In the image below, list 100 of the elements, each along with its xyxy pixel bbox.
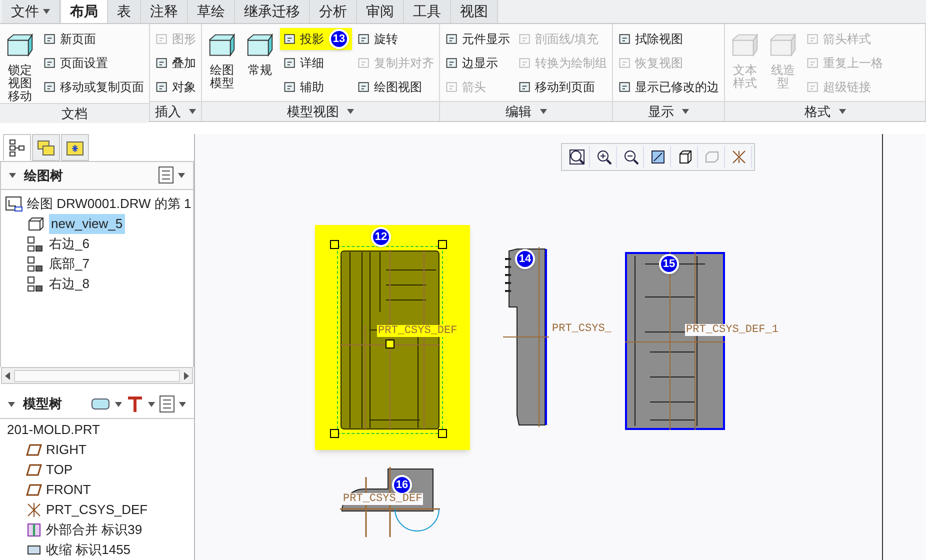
datum-plane-icon bbox=[26, 464, 42, 476]
part-icon[interactable] bbox=[91, 397, 111, 412]
tool-icon bbox=[155, 32, 169, 46]
ribbon-button[interactable]: 新页面 bbox=[40, 28, 147, 50]
ribbon-tab[interactable]: 审阅 bbox=[357, 0, 404, 23]
group-label[interactable]: 编辑 bbox=[440, 101, 612, 121]
resize-handle[interactable] bbox=[330, 240, 339, 249]
ribbon-tab[interactable]: 表 bbox=[108, 0, 141, 23]
tree-item[interactable]: 右边_6 bbox=[47, 234, 92, 254]
ribbon-button[interactable]: 叠加 bbox=[152, 52, 199, 74]
resize-handle[interactable] bbox=[438, 429, 447, 438]
tree-item[interactable]: PRT_CSYS_DEF bbox=[46, 500, 148, 520]
caret-icon bbox=[43, 9, 50, 14]
ribbon-tab[interactable]: 工具 bbox=[404, 0, 451, 23]
folders-icon bbox=[37, 140, 55, 156]
collapse-caret-icon bbox=[8, 402, 15, 407]
ribbon-tab[interactable]: 分析 bbox=[310, 0, 357, 23]
tree-item[interactable]: FRONT bbox=[46, 480, 91, 500]
zoom-fit-icon bbox=[568, 149, 584, 165]
group-label[interactable]: 格式 bbox=[725, 101, 925, 121]
caret-icon bbox=[189, 109, 196, 114]
tool-icon bbox=[283, 80, 297, 94]
csys-label: PRT_CSYS_DEF bbox=[377, 325, 458, 337]
collapse-caret-icon bbox=[9, 172, 16, 178]
tree-item[interactable]: 底部_7 bbox=[47, 254, 92, 274]
large-ribbon-button[interactable]: 锁定视图移动 bbox=[2, 28, 38, 103]
tree-item[interactable]: 外部合并 标识39 bbox=[46, 520, 142, 540]
large-ribbon-button[interactable]: 绘图模型 bbox=[204, 28, 240, 90]
ribbon-button[interactable]: 边显示 bbox=[442, 52, 513, 74]
ribbon-button[interactable]: 显示已修改的边 bbox=[615, 76, 722, 98]
ribbon-tab[interactable]: 注释 bbox=[141, 0, 188, 23]
ribbon-tab[interactable]: 草绘 bbox=[188, 0, 235, 23]
callout-badge: 12 bbox=[371, 227, 391, 247]
list-settings-icon[interactable] bbox=[158, 166, 174, 184]
text-display-icon bbox=[704, 149, 720, 165]
drawing-view[interactable]: 12 PRT_CSYS_DEF bbox=[315, 225, 470, 450]
projection-view-icon bbox=[27, 276, 43, 292]
ribbon-tab[interactable]: 继承迁移 bbox=[235, 0, 310, 23]
merge-feature-icon bbox=[26, 522, 42, 538]
group-label[interactable]: 模型视图 bbox=[202, 101, 439, 121]
large-ribbon-button[interactable]: 常规 bbox=[242, 28, 278, 77]
tool-icon bbox=[445, 56, 459, 70]
datum-display-icon bbox=[730, 149, 746, 165]
tree-item[interactable]: 收缩 标识1455 bbox=[46, 540, 131, 560]
panel-tab[interactable] bbox=[61, 134, 89, 161]
tool-icon bbox=[618, 32, 632, 46]
ribbon-tab[interactable]: 视图 bbox=[451, 0, 498, 23]
tree-item[interactable]: new_view_5 bbox=[49, 214, 125, 234]
caret-icon bbox=[115, 402, 122, 407]
drawing-view[interactable]: 16 PRT_CSYS_DEF bbox=[340, 467, 445, 539]
tool-icon bbox=[445, 80, 459, 94]
group-label[interactable]: 文档 bbox=[0, 103, 149, 123]
tool-icon bbox=[43, 32, 57, 46]
tree-item[interactable]: 右边_8 bbox=[47, 274, 92, 294]
ribbon-button[interactable]: 详细 bbox=[280, 52, 352, 74]
panel-title: 模型树 bbox=[8, 394, 62, 414]
list-settings-icon[interactable] bbox=[159, 395, 175, 414]
caret-icon bbox=[682, 109, 689, 114]
ribbon-button[interactable]: 对象 bbox=[152, 76, 199, 98]
tools-icon[interactable] bbox=[126, 395, 144, 414]
csys-label: PRT_CSYS_ bbox=[551, 323, 612, 335]
ribbon-button[interactable]: 旋转 bbox=[354, 28, 437, 50]
ribbon-tab[interactable]: 布局 bbox=[60, 0, 108, 23]
tree-item[interactable]: TOP bbox=[46, 460, 72, 480]
caret-icon bbox=[179, 402, 186, 407]
ribbon-tab[interactable]: 文件 bbox=[2, 0, 60, 23]
resize-handle[interactable] bbox=[438, 240, 447, 249]
tree-item[interactable]: RIGHT bbox=[46, 440, 86, 460]
tool-icon bbox=[155, 56, 169, 70]
horizontal-scrollbar[interactable] bbox=[14, 370, 180, 382]
cube-icon bbox=[676, 149, 692, 165]
shrink-feature-icon bbox=[26, 545, 42, 555]
resize-handle[interactable] bbox=[330, 429, 339, 438]
tool-icon bbox=[518, 32, 532, 46]
datum-plane-icon bbox=[26, 444, 42, 456]
ribbon-button[interactable]: 元件显示 bbox=[442, 28, 513, 50]
ribbon-button[interactable]: 页面设置 bbox=[40, 52, 147, 74]
projection-view-icon bbox=[27, 256, 43, 272]
group-label[interactable]: 插入 bbox=[150, 101, 201, 121]
group-label[interactable]: 显示 bbox=[613, 101, 724, 121]
tree-item[interactable]: 绘图 DRW0001.DRW 的第 1 bbox=[27, 194, 192, 214]
tool-icon bbox=[806, 56, 820, 70]
caret-icon bbox=[540, 109, 546, 114]
tool-icon bbox=[43, 56, 57, 70]
drawing-view[interactable]: 15 PRT_CSYS_DEF_1 bbox=[625, 252, 795, 432]
ribbon-button[interactable]: 拭除视图 bbox=[615, 28, 722, 50]
coordinate-system-icon bbox=[26, 502, 42, 518]
drawing-view[interactable]: 14 PRT_CSYS_ bbox=[503, 247, 618, 429]
ribbon-button[interactable]: 投影 13 bbox=[280, 28, 352, 50]
tool-icon bbox=[806, 80, 820, 94]
ribbon-button[interactable]: 辅助 bbox=[280, 76, 352, 98]
panel-tab[interactable] bbox=[3, 134, 31, 161]
ribbon-button[interactable]: 移动到页面 bbox=[515, 76, 610, 98]
ribbon-button[interactable]: 绘图视图 bbox=[354, 76, 437, 98]
ribbon-button[interactable]: 移动或复制页面 bbox=[40, 76, 147, 98]
tool-icon bbox=[155, 80, 169, 94]
tool-icon bbox=[618, 80, 632, 94]
tool-icon bbox=[518, 80, 532, 94]
tree-item[interactable]: 201-MOLD.PRT bbox=[7, 420, 100, 440]
projection-view-icon bbox=[27, 236, 43, 252]
